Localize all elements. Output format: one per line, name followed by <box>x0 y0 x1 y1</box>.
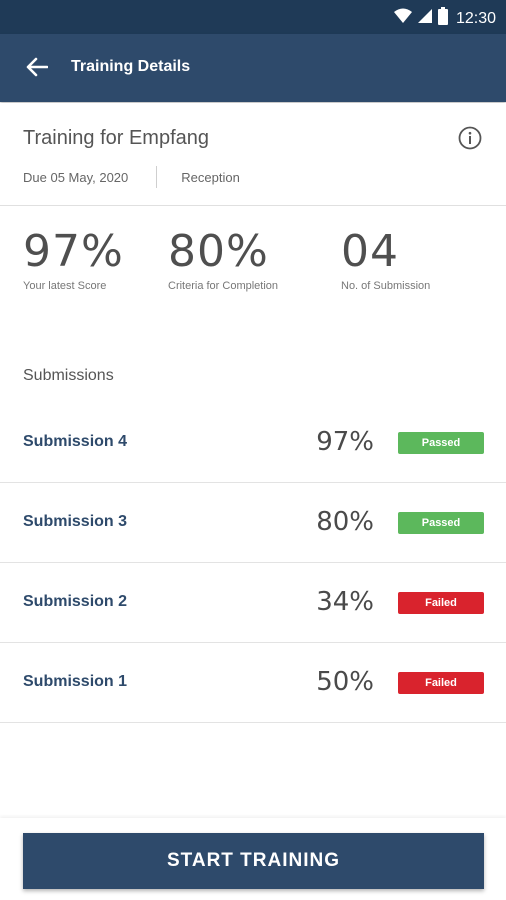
status-badge: Passed <box>398 432 484 454</box>
status-bar: 12:30 <box>0 0 506 34</box>
info-icon[interactable] <box>458 126 482 155</box>
status-badge: Passed <box>398 512 484 534</box>
stat-label: Criteria for Completion <box>168 280 279 292</box>
stat-value: 97% <box>23 226 124 277</box>
submission-score: 97% <box>316 427 374 457</box>
wifi-icon <box>393 8 412 29</box>
bottom-action-bar: START TRAINING <box>0 818 506 900</box>
stat-value: 04 <box>341 226 399 277</box>
app-bar: Training Details <box>0 34 506 102</box>
submission-count-stat: 04 No. of Submission <box>341 226 431 293</box>
meta-divider <box>156 166 158 188</box>
stats-row: 97% Your latest Score 80% Criteria for C… <box>0 228 506 308</box>
stat-label: No. of Submission <box>341 280 431 292</box>
status-badge: Failed <box>398 592 484 614</box>
submissions-heading: Submissions <box>23 367 114 384</box>
arrow-left-icon <box>26 57 49 82</box>
status-badge: Failed <box>398 672 484 694</box>
submission-row[interactable]: Submission 1 50% Failed <box>0 643 506 723</box>
submission-score: 80% <box>316 507 374 537</box>
battery-icon <box>437 7 448 30</box>
submission-row[interactable]: Submission 2 34% Failed <box>0 563 506 643</box>
status-icons: 12:30 <box>393 7 496 30</box>
submission-score: 50% <box>316 667 374 697</box>
back-button[interactable] <box>22 54 52 84</box>
submission-name: Submission 3 <box>23 513 128 530</box>
latest-score-stat: 97% Your latest Score <box>23 226 124 293</box>
stat-value: 80% <box>168 226 269 277</box>
submission-name: Submission 1 <box>23 673 128 690</box>
training-meta: Due 05 May, 2020 Reception <box>23 166 240 188</box>
due-date: Due 05 May, 2020 <box>23 169 129 185</box>
stat-label: Your latest Score <box>23 280 107 292</box>
completion-criteria-stat: 80% Criteria for Completion <box>168 226 279 293</box>
department-label: Reception <box>181 169 240 185</box>
training-header-card: Training for Empfang Due 05 May, 2020 Re… <box>0 103 506 206</box>
signal-icon <box>417 8 432 29</box>
start-training-button[interactable]: START TRAINING <box>23 833 484 889</box>
page-title: Training Details <box>71 58 191 75</box>
submission-name: Submission 2 <box>23 593 128 610</box>
submissions-list: Submission 4 97% Passed Submission 3 80%… <box>0 403 506 723</box>
submission-name: Submission 4 <box>23 433 128 450</box>
submission-score: 34% <box>316 587 374 617</box>
training-title: Training for Empfang <box>23 127 210 149</box>
submission-row[interactable]: Submission 4 97% Passed <box>0 403 506 483</box>
status-time: 12:30 <box>455 9 496 27</box>
submission-row[interactable]: Submission 3 80% Passed <box>0 483 506 563</box>
